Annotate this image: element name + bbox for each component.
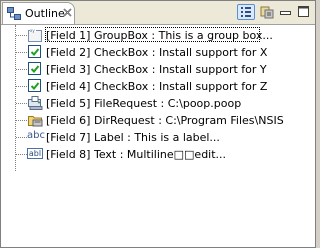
filter-icon[interactable]: [259, 4, 277, 20]
tree-item[interactable]: [Field 4] CheckBox : Install support for…: [1, 78, 315, 95]
file-request-icon: [28, 96, 43, 110]
tree-connector: [16, 154, 27, 155]
minimize-icon[interactable]: [277, 4, 295, 20]
tree-item[interactable]: [Field 2] CheckBox : Install support for…: [1, 44, 315, 61]
checkbox-checked-icon: [28, 62, 41, 75]
tree-connector: [16, 137, 27, 138]
tree-item-label: [Field 8] Text : Multiline□□edit...: [46, 148, 227, 161]
outline-icon: [7, 7, 21, 20]
tree-item-label: [Field 2] CheckBox : Install support for…: [46, 46, 268, 59]
tab-title: Outline: [25, 7, 65, 20]
outline-view: Outline xy [Field 1] GroupBox: This is …: [0, 0, 316, 248]
tree-item[interactable]: abc [Field 7] Label : This is a label...: [1, 129, 315, 146]
outline-tree[interactable]: xy [Field 1] GroupBox : This is a group …: [1, 25, 315, 247]
maximize-icon[interactable]: [295, 4, 313, 20]
tree-item[interactable]: xy [Field 1] GroupBox : This is a group …: [1, 27, 315, 44]
tree-connector: [16, 52, 27, 53]
tree-item-label: [Field 7] Label : This is a label...: [46, 131, 220, 144]
view-header: Outline: [1, 1, 315, 25]
tree-item[interactable]: [Field 5] FileRequest : C:\poop.poop: [1, 95, 315, 112]
tree-connector: [16, 35, 27, 36]
svg-text:xy: xy: [30, 28, 35, 33]
tree-connector: [16, 103, 27, 104]
tree-connector: [16, 120, 27, 121]
tree-connector: [16, 69, 27, 70]
label-abc-icon: abc: [27, 130, 45, 141]
checkbox-checked-icon: [28, 79, 41, 92]
tree-item-label: [Field 3] CheckBox : Install support for…: [46, 63, 267, 76]
tree-item-label: [Field 6] DirRequest : C:\Program Files\…: [46, 114, 284, 127]
tree-item-label: [Field 4] CheckBox : Install support for…: [46, 80, 268, 93]
text-field-icon: abl: [27, 148, 43, 159]
sort-alphabetical-icon[interactable]: [237, 4, 255, 20]
tree-item-label: [Field 5] FileRequest : C:\poop.poop: [46, 97, 242, 110]
tree-connector: [16, 86, 27, 87]
dir-request-icon: [28, 113, 43, 127]
tree-item[interactable]: [Field 3] CheckBox : Install support for…: [1, 61, 315, 78]
tab-outline[interactable]: Outline: [2, 2, 75, 24]
checkbox-checked-icon: [28, 45, 41, 58]
close-icon[interactable]: [62, 6, 72, 18]
groupbox-icon: xy: [28, 28, 42, 42]
tree-item-label: [Field 1] GroupBox : This is a group box…: [46, 29, 273, 42]
tree-item[interactable]: [Field 6] DirRequest : C:\Program Files\…: [1, 112, 315, 129]
tree-item[interactable]: abl [Field 8] Text : Multiline□□edit...: [1, 146, 315, 163]
